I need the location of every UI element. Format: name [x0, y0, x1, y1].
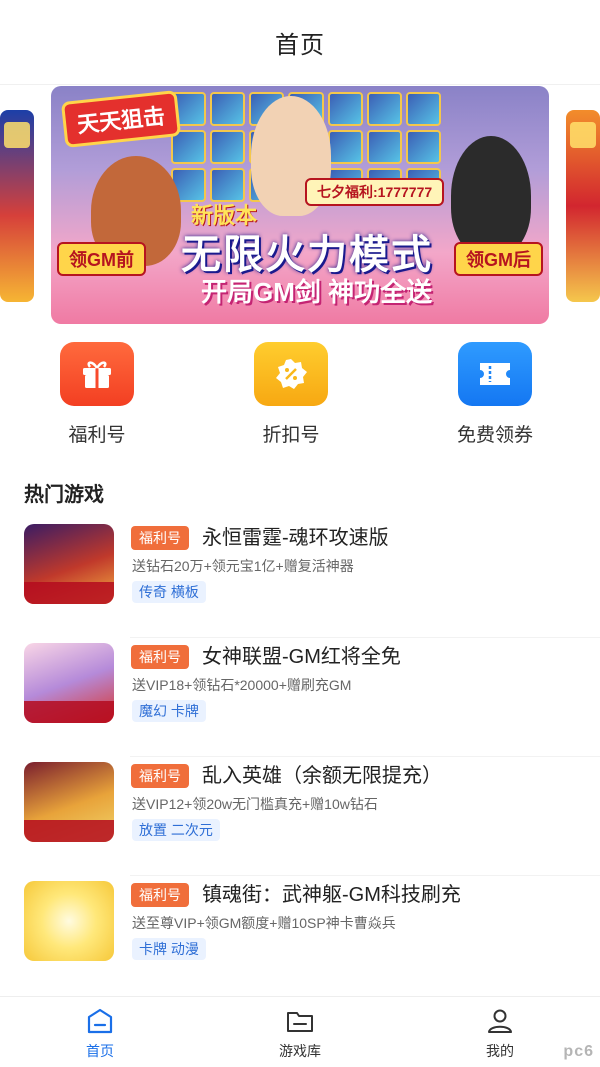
banner-slide[interactable]: 天天狙击 七夕福利:1777777 新版本 无限火力模式 领GM前 领GM后 开…	[51, 86, 549, 324]
tab-game-library[interactable]: 游戏库	[250, 1007, 350, 1061]
game-list-item[interactable]: 福利号 镇魂街：武神躯-GM科技刷充 送至尊VIP+领GM额度+赠10SP神卡曹…	[0, 877, 600, 987]
ticket-icon	[458, 342, 532, 406]
top-bar: 首页	[0, 0, 600, 85]
banner-tag-before: 领GM前	[57, 242, 146, 276]
game-tags: 传奇 横板	[132, 581, 206, 603]
game-title[interactable]: 镇魂街：武神躯-GM科技刷充	[202, 882, 461, 908]
banner-tag-after: 领GM后	[454, 242, 543, 276]
user-icon	[485, 1007, 515, 1035]
game-description: 送至尊VIP+领GM额度+赠10SP神卡曹焱兵	[132, 915, 396, 931]
quick-entry-coupon[interactable]: 免费领券	[425, 342, 565, 447]
game-thumbnail[interactable]	[24, 643, 114, 723]
banner-prev-peek[interactable]	[0, 110, 34, 302]
quick-entry-welfare[interactable]: 福利号	[27, 342, 167, 447]
tab-profile[interactable]: 我的	[450, 1007, 550, 1061]
game-list-item[interactable]: 福利号 永恒雷霆-魂环攻速版 送钻石20万+领元宝1亿+赠复活神器 传奇 横板	[0, 520, 600, 638]
quick-entry-label: 折扣号	[262, 425, 320, 446]
tab-label: 我的	[486, 1043, 514, 1059]
page-title: 首页	[275, 31, 325, 59]
game-tags: 卡牌 动漫	[132, 938, 206, 960]
game-list-item[interactable]: 福利号 女神联盟-GM红将全免 送VIP18+领钻石*20000+赠刷充GM 魔…	[0, 639, 600, 757]
discount-icon	[254, 342, 328, 406]
banner-carousel[interactable]: 天天狙击 七夕福利:1777777 新版本 无限火力模式 领GM前 领GM后 开…	[0, 86, 600, 326]
tab-home[interactable]: 首页	[50, 1007, 150, 1061]
quick-entry-discount[interactable]: 折扣号	[221, 342, 361, 447]
game-list-item[interactable]: 福利号 乱入英雄（余额无限提充） 送VIP12+领20w无门槛真充+赠10w钻石…	[0, 758, 600, 876]
game-description: 送VIP12+领20w无门槛真充+赠10w钻石	[132, 796, 378, 812]
game-thumbnail[interactable]	[24, 762, 114, 842]
game-description: 送钻石20万+领元宝1亿+赠复活神器	[132, 558, 354, 574]
game-type-badge: 福利号	[131, 645, 189, 669]
game-type-badge: 福利号	[131, 526, 189, 550]
game-tags: 放置 二次元	[132, 819, 220, 841]
home-icon	[85, 1007, 115, 1035]
quick-entry-label: 福利号	[68, 425, 126, 446]
section-title-hot-games: 热门游戏	[24, 484, 104, 506]
game-description: 送VIP18+领钻石*20000+赠刷充GM	[132, 677, 352, 693]
banner-next-peek[interactable]	[566, 110, 600, 302]
game-thumbnail[interactable]	[24, 524, 114, 604]
game-thumbnail[interactable]	[24, 881, 114, 961]
banner-character-right	[451, 136, 531, 256]
watermark-logo: pc6	[563, 1043, 594, 1060]
bottom-tab-bar: 首页 游戏库 我的 pc6	[0, 996, 600, 1067]
tab-label: 首页	[86, 1043, 114, 1059]
game-type-badge: 福利号	[131, 764, 189, 788]
gift-icon	[60, 342, 134, 406]
game-tags: 魔幻 卡牌	[132, 700, 206, 722]
quick-entry-label: 免费领券	[456, 425, 533, 446]
banner-prev-thumbnail	[4, 122, 30, 148]
quick-entries: 福利号 折扣号 免费领券	[0, 342, 600, 452]
tab-label: 游戏库	[279, 1043, 321, 1059]
game-title[interactable]: 女神联盟-GM红将全免	[202, 644, 401, 670]
game-title[interactable]: 乱入英雄（余额无限提充）	[202, 763, 442, 789]
banner-next-thumbnail	[570, 122, 596, 148]
banner-game-logo: 天天狙击	[60, 90, 182, 148]
banner-promo-tag: 七夕福利:1777777	[305, 178, 445, 206]
folder-icon	[285, 1007, 315, 1035]
game-type-badge: 福利号	[131, 883, 189, 907]
game-title[interactable]: 永恒雷霆-魂环攻速版	[202, 525, 389, 551]
banner-subline: 开局GM剑 神功全送	[201, 277, 433, 307]
